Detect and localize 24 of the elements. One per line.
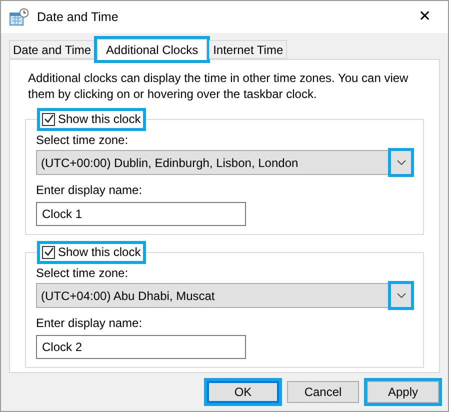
checkmark-icon [44,114,54,124]
calendar-clock-icon [9,8,29,26]
checkmark-icon [44,247,54,257]
description-text: Additional clocks can display the time in other time zones. You can view them by clicking on or hovering over the taskbar clock. [27,70,410,102]
display-name-field[interactable]: Clock 1 [36,202,246,226]
display-name-field[interactable]: Clock 2 [36,335,246,359]
tab[interactable]: Date and Time [9,40,96,59]
chevron-down-icon[interactable] [391,151,411,174]
show-clock-checkbox[interactable]: Show this clock [40,110,143,128]
time-zone-dropdown[interactable]: (UTC+00:00) Dublin, Edinburgh, Lisbon, London [36,150,413,175]
time-zone-label: Select time zone: [36,265,130,281]
chevron-down-icon[interactable] [391,284,411,307]
window-title: Date and Time [37,8,120,26]
time-zone-label: Select time zone: [36,132,130,148]
time-zone-dropdown[interactable]: (UTC+04:00) Abu Dhabi, Muscat [36,283,413,308]
dialog-button[interactable]: Cancel [287,381,359,403]
tab[interactable]: Internet Time [209,40,288,59]
tab[interactable]: Additional Clocks [97,39,208,60]
dialog-button[interactable]: OK [207,381,279,403]
display-name-label: Enter display name: [36,182,144,198]
dialog-button[interactable]: Apply [367,381,439,403]
display-name-label: Enter display name: [36,315,144,331]
show-clock-checkbox[interactable]: Show this clock [40,244,143,260]
close-button[interactable]: ✕ [410,3,440,31]
